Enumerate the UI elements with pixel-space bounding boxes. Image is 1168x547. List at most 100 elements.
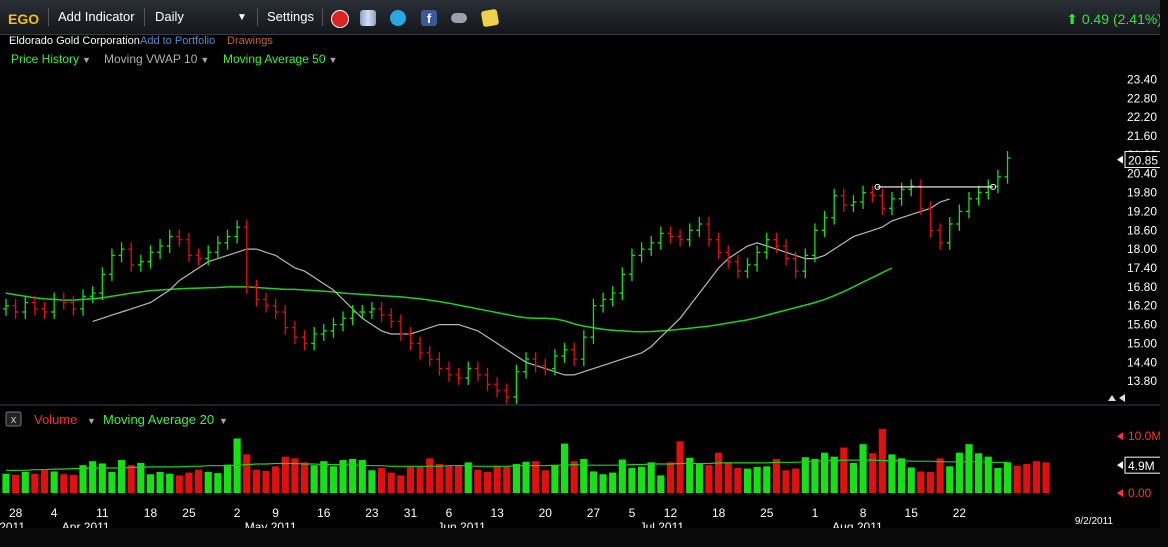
volume-avg-marker [1117, 461, 1123, 470]
volume-bar [830, 456, 838, 493]
ma50-line [5, 267, 893, 333]
chevron-down-icon[interactable]: ▼ [87, 416, 96, 426]
price-tick-label: 15.00 [1127, 336, 1157, 350]
volume-tick-label: 0.00 [1128, 486, 1152, 500]
volume-bar [60, 474, 68, 493]
volume-bar [349, 458, 357, 493]
volume-bar [965, 444, 973, 493]
price-tick-label: 20.40 [1127, 167, 1157, 181]
volume-bar [262, 470, 270, 493]
price-tick-label: 23.40 [1127, 72, 1157, 86]
volume-bar [763, 466, 771, 493]
volume-bar [474, 469, 482, 493]
time-axis-band [0, 528, 1168, 547]
volume-bar [31, 473, 39, 493]
volume-bar [252, 469, 260, 493]
volume-bar [435, 464, 443, 493]
price-tick-label: 18.00 [1127, 242, 1157, 256]
volume-ma-legend-label[interactable]: Moving Average 20 [103, 412, 214, 427]
price-chart[interactable]: 23.4022.8022.2021.6021.0020.4019.8019.20… [0, 0, 1168, 547]
volume-bar [503, 466, 511, 493]
right-scrollbar[interactable] [1160, 0, 1168, 547]
volume-bar [695, 463, 703, 493]
date-tick-label: 31 [404, 506, 418, 520]
date-tick-label: 23 [365, 506, 379, 520]
price-tick-label: 14.40 [1127, 355, 1157, 369]
volume-bar [214, 473, 222, 493]
close-icon[interactable]: x [11, 414, 17, 426]
volume-bar [50, 471, 58, 493]
volume-bar [609, 472, 617, 493]
date-tick-label: 25 [182, 506, 196, 520]
collapse-left-icon[interactable] [1119, 394, 1125, 402]
volume-bar [127, 465, 135, 493]
volume-bar [946, 466, 954, 493]
end-date-label: 9/2/2011 [1075, 516, 1114, 527]
volume-bar [89, 461, 97, 493]
volume-bar [21, 471, 29, 493]
volume-bar [657, 475, 665, 493]
price-tick-label: 22.20 [1127, 110, 1157, 124]
volume-bar [79, 465, 87, 493]
volume-bar [69, 474, 78, 493]
volume-bar [2, 473, 10, 493]
volume-bar [936, 458, 944, 493]
volume-bar [801, 457, 809, 493]
volume-bar [1003, 462, 1012, 493]
volume-bar [637, 466, 646, 493]
volume-bar [243, 454, 251, 493]
date-tick-label: 8 [860, 506, 867, 520]
volume-bar [772, 458, 780, 493]
volume-bar [560, 443, 569, 493]
volume-bar [994, 468, 1002, 493]
volume-max-marker [1117, 432, 1123, 441]
volume-bar [12, 474, 20, 493]
volume-bar [541, 470, 549, 493]
date-tick-label: 15 [905, 506, 919, 520]
volume-bar [926, 471, 935, 493]
volume-bar [580, 458, 588, 493]
volume-bar [464, 462, 472, 493]
date-tick-label: 27 [587, 506, 601, 520]
price-tick-label: 16.80 [1127, 280, 1157, 294]
volume-bar [522, 461, 530, 493]
date-tick-label: 25 [760, 506, 774, 520]
price-tick-label: 15.60 [1127, 318, 1157, 332]
date-tick-label: 18 [712, 506, 726, 520]
date-tick-label: 6 [446, 506, 453, 520]
volume-bar [426, 458, 434, 493]
volume-bar [1042, 462, 1050, 493]
price-tick-label: 13.80 [1127, 374, 1157, 388]
chevron-down-icon[interactable]: ▼ [219, 416, 228, 426]
volume-bar [975, 453, 983, 493]
price-tick-label: 17.40 [1127, 261, 1157, 275]
volume-bar [647, 462, 655, 493]
volume-bar [455, 465, 463, 493]
volume-bar [715, 452, 723, 493]
volume-bar [512, 464, 520, 493]
volume-bar [175, 475, 183, 493]
volume-bar [599, 474, 607, 493]
date-tick-label: 16 [317, 506, 331, 520]
volume-bar [570, 461, 578, 493]
volume-bar [195, 469, 203, 493]
volume-bar [387, 472, 395, 493]
volume-bar [108, 471, 116, 493]
volume-legend-label[interactable]: Volume [34, 412, 77, 427]
volume-bar [156, 471, 164, 493]
volume-bar [40, 470, 49, 493]
volume-bar [628, 468, 636, 493]
volume-tick-label: 10.0M [1128, 429, 1161, 443]
volume-tick-label: 4.9M [1128, 459, 1155, 473]
volume-bar [483, 471, 492, 493]
volume-bar [493, 465, 501, 493]
date-tick-label: 2 [234, 506, 241, 520]
volume-bar [310, 465, 318, 493]
volume-bar [734, 468, 742, 493]
volume-bar [849, 462, 858, 493]
volume-bar [300, 462, 309, 493]
collapse-up-icon[interactable] [1108, 395, 1116, 401]
volume-bar [705, 465, 713, 493]
date-tick-label: 11 [96, 506, 109, 520]
volume-bar [676, 441, 684, 493]
